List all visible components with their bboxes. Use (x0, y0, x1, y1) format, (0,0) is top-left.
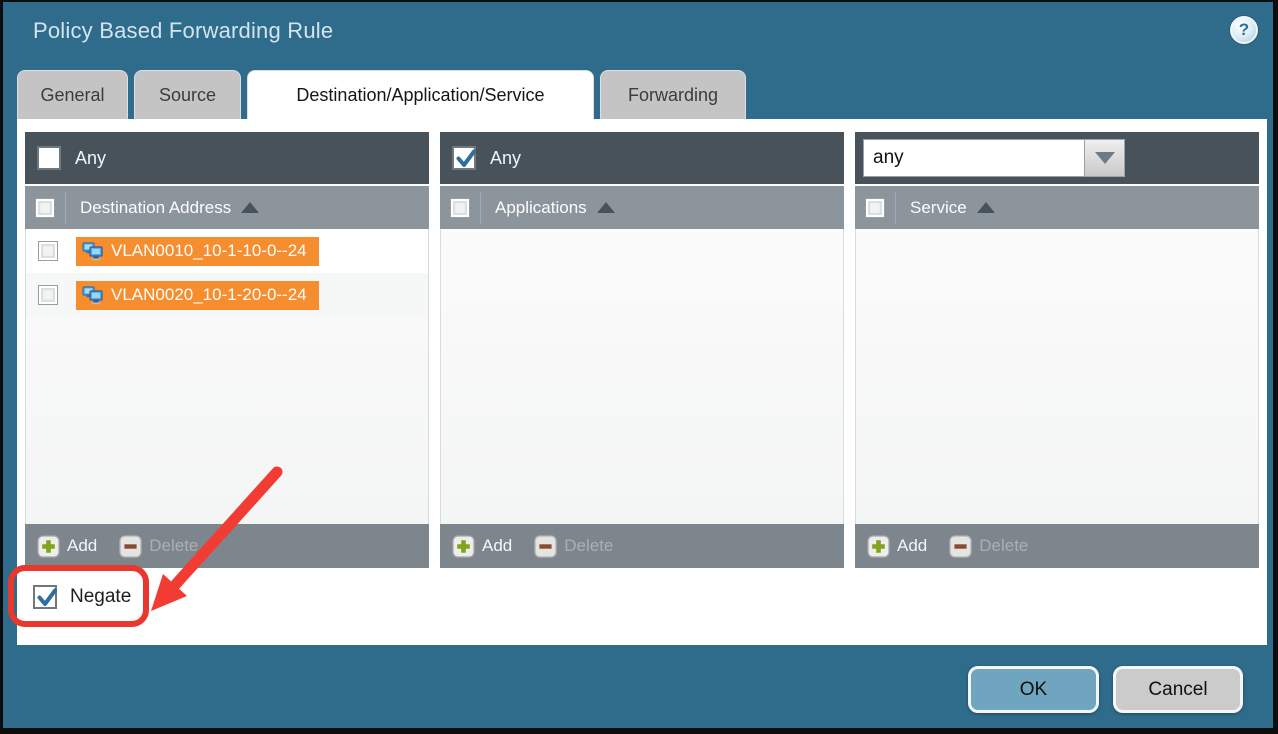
table-row[interactable]: VLAN0010_10-1-10-0--24 (26, 229, 428, 273)
applications-panel: Any Applications Add (440, 132, 844, 568)
applications-any-checkbox[interactable] (452, 146, 476, 170)
select-all-checkbox[interactable] (35, 198, 55, 218)
help-icon[interactable]: ? (1230, 16, 1258, 44)
tab-general[interactable]: General (17, 70, 128, 119)
sort-ascending-icon (977, 202, 995, 213)
delete-label: Delete (149, 536, 198, 556)
destination-toolbar: Add Delete (25, 524, 429, 568)
add-icon (452, 535, 475, 558)
destination-any-bar: Any (25, 132, 429, 184)
add-label: Add (67, 536, 97, 556)
add-button[interactable]: Add (37, 535, 97, 558)
address-object-name: VLAN0020_10-1-20-0--24 (111, 285, 307, 305)
address-object-chip[interactable]: VLAN0010_10-1-10-0--24 (76, 237, 319, 266)
delete-button[interactable]: Delete (119, 535, 198, 558)
applications-header-label: Applications (495, 198, 587, 218)
tab-destination-application-service[interactable]: Destination/Application/Service (247, 70, 594, 119)
destination-any-checkbox[interactable] (37, 146, 61, 170)
destination-address-list: VLAN0010_10-1-10-0--24 (25, 229, 429, 524)
negate-label: Negate (70, 586, 131, 608)
table-row[interactable]: VLAN0020_10-1-20-0--24 (26, 273, 428, 317)
row-checkbox[interactable] (38, 241, 58, 261)
row-checkbox[interactable] (38, 285, 58, 305)
select-all-checkbox[interactable] (450, 198, 470, 218)
service-header-label: Service (910, 198, 967, 218)
destination-address-panel: Any Destination Address (25, 132, 429, 568)
applications-toolbar: Add Delete (440, 524, 844, 568)
add-button[interactable]: Add (867, 535, 927, 558)
service-select-bar (855, 132, 1259, 184)
add-icon (37, 535, 60, 558)
applications-header[interactable]: Applications (440, 184, 844, 229)
dialog-background: Policy Based Forwarding Rule ? General S… (3, 2, 1273, 728)
service-toolbar: Add Delete (855, 524, 1259, 568)
sort-ascending-icon (241, 202, 259, 213)
delete-icon (949, 535, 972, 558)
divider (65, 192, 66, 224)
delete-label: Delete (979, 536, 1028, 556)
service-header[interactable]: Service (855, 184, 1259, 229)
add-label: Add (897, 536, 927, 556)
service-panel: Service Add (855, 132, 1259, 568)
divider (480, 192, 481, 224)
service-select-input[interactable] (863, 139, 1085, 177)
ok-button[interactable]: OK (968, 666, 1099, 713)
check-icon (36, 587, 58, 609)
check-icon (455, 148, 477, 170)
delete-button[interactable]: Delete (949, 535, 1028, 558)
delete-icon (119, 535, 142, 558)
dialog-window: Policy Based Forwarding Rule ? General S… (0, 0, 1278, 734)
service-combo (863, 139, 1125, 177)
destination-address-header-label: Destination Address (80, 198, 231, 218)
tab-forwarding[interactable]: Forwarding (600, 70, 746, 119)
negate-checkbox[interactable] (33, 585, 57, 609)
delete-label: Delete (564, 536, 613, 556)
destination-any-label: Any (75, 148, 106, 169)
chevron-down-icon (1095, 152, 1115, 164)
cancel-button[interactable]: Cancel (1113, 666, 1243, 713)
address-object-chip[interactable]: VLAN0020_10-1-20-0--24 (76, 281, 319, 310)
dropdown-button[interactable] (1085, 139, 1125, 177)
tab-source[interactable]: Source (134, 70, 241, 119)
select-all-checkbox[interactable] (865, 198, 885, 218)
delete-icon (534, 535, 557, 558)
negate-row: Negate (33, 585, 131, 609)
add-icon (867, 535, 890, 558)
add-button[interactable]: Add (452, 535, 512, 558)
delete-button[interactable]: Delete (534, 535, 613, 558)
destination-address-header[interactable]: Destination Address (25, 184, 429, 229)
applications-list (440, 229, 844, 524)
network-icon (82, 242, 103, 261)
divider (895, 192, 896, 224)
add-label: Add (482, 536, 512, 556)
dialog-title: Policy Based Forwarding Rule (33, 18, 333, 44)
applications-any-bar: Any (440, 132, 844, 184)
address-object-name: VLAN0010_10-1-10-0--24 (111, 241, 307, 261)
network-icon (82, 286, 103, 305)
service-list (855, 229, 1259, 524)
tab-content: Any Destination Address (17, 119, 1267, 645)
tab-bar: General Source Destination/Application/S… (17, 70, 746, 119)
sort-ascending-icon (597, 202, 615, 213)
applications-any-label: Any (490, 148, 521, 169)
